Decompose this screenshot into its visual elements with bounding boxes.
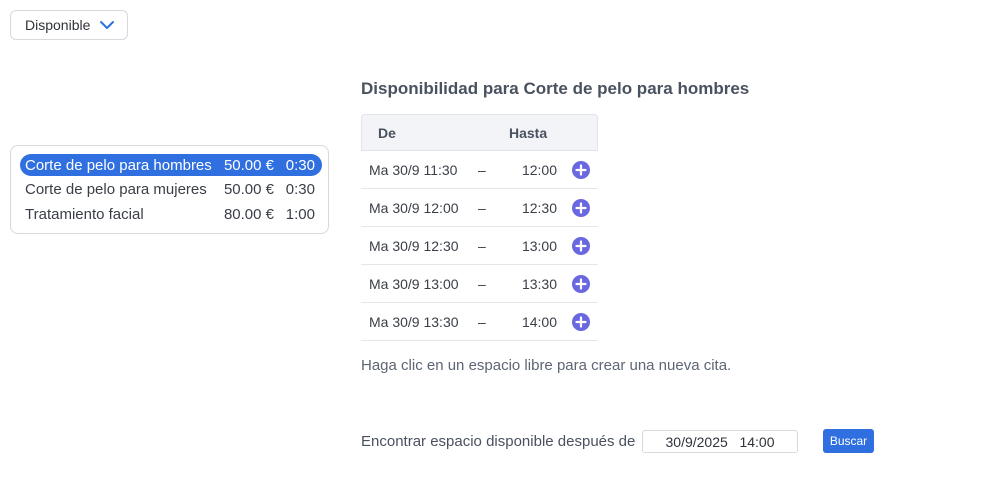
slot-separator: –: [478, 314, 486, 330]
help-text: Haga clic en un espacio libre para crear…: [361, 357, 732, 374]
table-row: Ma 30/9 13:00 – 13:30: [361, 265, 598, 303]
plus-circle-icon[interactable]: [572, 275, 590, 293]
slot-start: Ma 30/9 13:30: [369, 314, 459, 330]
service-duration: 0:30: [285, 180, 315, 198]
availability-filter-dropdown[interactable]: Disponible: [10, 10, 128, 40]
slot-end: 14:00: [521, 314, 557, 330]
slot-separator: –: [478, 200, 486, 216]
service-list: Corte de pelo para hombres 50.00 € 0:30 …: [10, 145, 329, 234]
availability-title: Disponibilidad para Corte de pelo para h…: [361, 79, 750, 98]
find-slot-label: Encontrar espacio disponible después de: [361, 433, 636, 450]
chevron-down-icon: [100, 21, 114, 29]
table-row: Ma 30/9 12:00 – 12:30: [361, 189, 598, 227]
service-name: Tratamiento facial: [25, 205, 144, 223]
column-header-to: Hasta: [509, 125, 548, 141]
slot-end: 12:00: [521, 162, 557, 178]
slot-start: Ma 30/9 11:30: [369, 162, 458, 178]
plus-circle-icon[interactable]: [572, 237, 590, 255]
service-price: 50.00 €: [223, 180, 274, 198]
slot-start: Ma 30/9 12:30: [369, 238, 459, 254]
service-item[interactable]: Tratamiento facial 80.00 € 1:00: [20, 203, 322, 225]
table-row: Ma 30/9 12:30 – 13:00: [361, 227, 598, 265]
slot-start: Ma 30/9 13:00: [369, 276, 459, 292]
slot-end: 13:00: [521, 238, 557, 254]
slot-separator: –: [478, 238, 486, 254]
plus-circle-icon[interactable]: [572, 161, 590, 179]
plus-circle-icon[interactable]: [572, 313, 590, 331]
plus-circle-icon[interactable]: [572, 199, 590, 217]
availability-table: De Hasta Ma 30/9 11:30 – 12:00 Ma 30/9 1…: [361, 114, 598, 341]
service-duration: 1:00: [285, 205, 315, 223]
service-item[interactable]: Corte de pelo para hombres 50.00 € 0:30: [20, 154, 322, 176]
table-row: Ma 30/9 11:30 – 12:00: [361, 151, 598, 189]
table-header: De Hasta: [361, 114, 598, 151]
dropdown-selected-label: Disponible: [25, 17, 91, 33]
service-name: Corte de pelo para hombres: [25, 156, 212, 174]
service-item[interactable]: Corte de pelo para mujeres 50.00 € 0:30: [20, 178, 322, 200]
slot-separator: –: [478, 162, 486, 178]
booking-page: Disponible Corte de pelo para hombres 50…: [0, 0, 984, 496]
slot-start: Ma 30/9 12:00: [369, 200, 459, 216]
column-header-from: De: [378, 125, 396, 141]
service-price: 80.00 €: [223, 205, 274, 223]
slot-end: 12:30: [521, 200, 557, 216]
slot-end: 13:30: [521, 276, 557, 292]
service-name: Corte de pelo para mujeres: [25, 180, 207, 198]
service-duration: 0:30: [285, 156, 315, 174]
table-row: Ma 30/9 13:30 – 14:00: [361, 303, 598, 341]
slot-separator: –: [478, 276, 486, 292]
service-price: 50.00 €: [223, 156, 274, 174]
search-button[interactable]: Buscar: [823, 429, 874, 453]
search-datetime-input[interactable]: [642, 430, 798, 453]
